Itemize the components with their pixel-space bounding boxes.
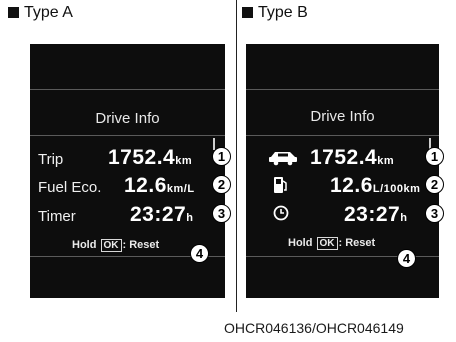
fuel-economy-value: 12.6km/L: [124, 174, 195, 198]
timer-number: 23:27: [130, 203, 187, 226]
trip-label: Trip: [38, 151, 64, 168]
type-a-header: Type A: [8, 4, 73, 22]
top-divider: [246, 89, 439, 90]
trip-number: 1752.4: [310, 146, 378, 169]
type-b-label: Type B: [258, 4, 308, 21]
square-marker-icon: [242, 7, 253, 18]
ok-key: OK: [100, 239, 122, 252]
top-divider: [30, 89, 225, 90]
fuel-economy-label: Fuel Eco.: [38, 179, 102, 196]
trip-number: 1752.4: [108, 146, 176, 169]
clock-icon: [272, 204, 290, 227]
figure-code-caption: OHCR046136/OHCR046149: [224, 320, 404, 336]
trip-value: 1752.4km: [310, 146, 394, 170]
hold-text: Hold: [288, 237, 313, 249]
display-title: Drive Info: [310, 108, 375, 125]
trip-value: 1752.4km: [108, 146, 192, 170]
reset-text: : Reset: [122, 239, 160, 251]
column-divider: [236, 0, 237, 312]
callout-4: 4: [190, 244, 209, 263]
timer-value: 23:27h: [344, 203, 407, 227]
hold-reset-hint: Hold OK: Reset: [72, 239, 159, 252]
type-b-header: Type B: [242, 4, 308, 22]
trip-unit: km: [175, 155, 193, 167]
hold-text: Hold: [72, 239, 97, 251]
callout-4: 4: [397, 249, 416, 268]
callout-1: 1: [212, 147, 231, 166]
hold-reset-hint: Hold OK: Reset: [288, 237, 375, 250]
fuel-pump-icon: [272, 175, 288, 200]
timer-unit: h: [400, 212, 408, 224]
display-title: Drive Info: [95, 110, 160, 127]
callout-1: 1: [425, 147, 444, 166]
timer-number: 23:27: [344, 203, 401, 226]
callout-2: 2: [212, 175, 231, 194]
title-divider: [246, 135, 439, 136]
title-divider: [30, 135, 225, 136]
trip-unit: km: [377, 155, 395, 167]
callout-2: 2: [425, 175, 444, 194]
reset-text: : Reset: [338, 237, 376, 249]
callout-3: 3: [212, 204, 231, 223]
car-icon: [268, 148, 298, 171]
ok-key: OK: [316, 237, 338, 250]
fuel-economy-unit: km/L: [166, 183, 195, 195]
fuel-economy-number: 12.6: [124, 174, 167, 197]
timer-value: 23:27h: [130, 203, 193, 227]
timer-label: Timer: [38, 208, 76, 225]
square-marker-icon: [8, 7, 19, 18]
type-a-label: Type A: [24, 4, 73, 21]
timer-unit: h: [186, 212, 194, 224]
fuel-economy-number: 12.6: [330, 174, 373, 197]
fuel-economy-value: 12.6L/100km: [330, 174, 420, 198]
fuel-economy-unit: L/100km: [372, 183, 421, 195]
callout-3: 3: [425, 204, 444, 223]
